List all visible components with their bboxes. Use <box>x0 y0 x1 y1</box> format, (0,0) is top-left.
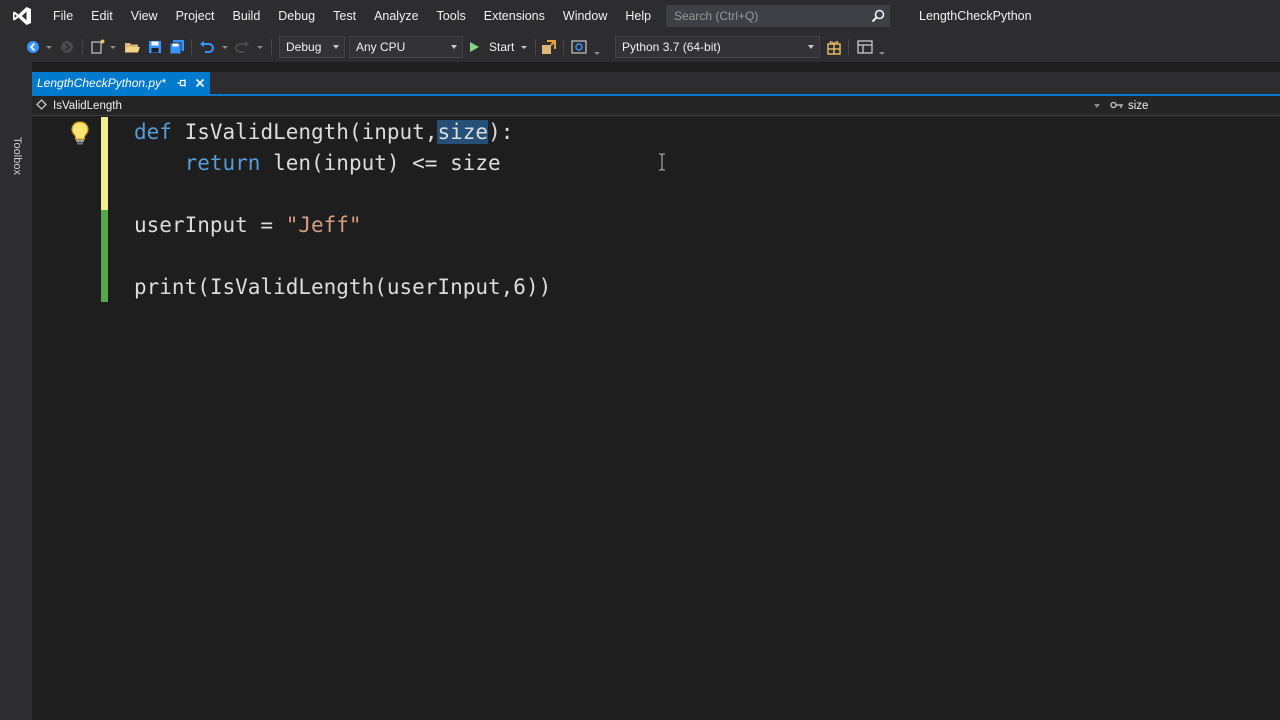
toolbar-overflow-dropdown[interactable] <box>877 42 887 64</box>
redo-dropdown[interactable] <box>255 36 265 58</box>
solution-platform-select[interactable]: Any CPU <box>349 36 463 58</box>
save-all-button[interactable] <box>168 36 186 58</box>
start-debugging-button[interactable]: Start <box>468 36 532 58</box>
chevron-down-icon <box>594 51 600 55</box>
menu-test[interactable]: Test <box>324 0 365 32</box>
new-project-dropdown[interactable] <box>108 36 118 58</box>
document-well: LengthCheckPython.py* IsValidLength size <box>32 62 1280 720</box>
open-file-button[interactable] <box>122 36 142 58</box>
navigate-forward-button[interactable] <box>58 36 76 58</box>
nav-symbol-dropdown[interactable]: size <box>1110 97 1148 115</box>
menu-debug[interactable]: Debug <box>269 0 324 32</box>
undo-button[interactable] <box>198 36 216 58</box>
chevron-down-icon <box>451 45 457 49</box>
nav-member-dropdown[interactable]: IsValidLength <box>36 97 122 115</box>
number-literal: 6 <box>513 275 526 299</box>
chevron-down-icon <box>46 45 52 49</box>
visual-studio-logo <box>0 0 44 32</box>
play-icon <box>470 42 479 52</box>
lightbulb-icon[interactable] <box>68 119 92 147</box>
menu-analyze[interactable]: Analyze <box>365 0 427 32</box>
python-environment-select[interactable]: Python 3.7 (64-bit) <box>615 36 820 58</box>
toolbar-separator <box>535 39 536 55</box>
toolbar-separator <box>271 39 272 55</box>
nav-symbol-label: size <box>1128 100 1149 112</box>
method-icon <box>36 99 47 113</box>
menu-tools[interactable]: Tools <box>428 0 475 32</box>
nav-member-label: IsValidLength <box>53 100 122 112</box>
standard-toolbar: Debug Any CPU Start Python 3.7 (64-bit) <box>0 32 1280 62</box>
keyword-def: def <box>134 120 172 144</box>
menu-bar: File Edit View Project Build Debug Test … <box>0 0 1280 32</box>
configuration-value: Debug <box>286 40 322 54</box>
code-editor[interactable]: def IsValidLength(input,size): return le… <box>32 117 1280 720</box>
menu-edit[interactable]: Edit <box>82 0 122 32</box>
code-line-1: def IsValidLength(input,size): <box>134 120 514 144</box>
python-environment-value: Python 3.7 (64-bit) <box>622 40 721 54</box>
undo-dropdown[interactable] <box>220 36 230 58</box>
toolbar-separator <box>563 39 564 55</box>
chevron-down-icon <box>879 51 885 55</box>
key-icon <box>1110 100 1124 112</box>
left-tool-strip: Toolbox <box>0 62 32 720</box>
navigate-back-dropdown[interactable] <box>44 36 54 58</box>
platform-value: Any CPU <box>356 40 406 54</box>
menu-project[interactable]: Project <box>167 0 224 32</box>
toolbar-separator <box>191 39 192 55</box>
code-line-4: userInput = "Jeff" <box>134 213 362 237</box>
string-literal: "Jeff" <box>285 213 362 237</box>
chevron-down-icon[interactable] <box>1094 104 1100 108</box>
document-tab-label: LengthCheckPython.py* <box>37 76 166 90</box>
chevron-down-icon <box>110 45 116 49</box>
search-icon[interactable] <box>867 6 889 26</box>
saved-change-bar <box>101 210 108 302</box>
chevron-down-icon <box>333 45 339 49</box>
menu-window[interactable]: Window <box>554 0 616 32</box>
navigate-back-button[interactable] <box>24 36 42 58</box>
menu-view[interactable]: View <box>122 0 167 32</box>
code-line-2: return len(input) <= size <box>184 151 501 175</box>
toolbar-separator <box>848 39 849 55</box>
keyword-return: return <box>184 151 261 175</box>
menu-file[interactable]: File <box>44 0 82 32</box>
python-packages-button[interactable] <box>825 36 843 58</box>
redo-button[interactable] <box>233 36 251 58</box>
unsaved-change-bar <box>101 117 108 210</box>
pin-icon[interactable] <box>175 76 189 90</box>
function-name: IsValidLength <box>184 120 349 144</box>
menu-build[interactable]: Build <box>223 0 269 32</box>
chevron-down-icon <box>521 45 528 49</box>
browser-link-button[interactable] <box>569 36 589 58</box>
toolbox-tab[interactable]: Toolbox <box>9 134 23 180</box>
browser-link-dropdown[interactable] <box>592 42 602 64</box>
solution-title: LengthCheckPython <box>919 9 1032 23</box>
text-cursor-icon <box>658 153 666 171</box>
start-label: Start <box>489 40 515 54</box>
menu-extensions[interactable]: Extensions <box>475 0 554 32</box>
document-tab-lengthcheckpython[interactable]: LengthCheckPython.py* <box>32 72 210 94</box>
solution-configuration-select[interactable]: Debug <box>279 36 345 58</box>
window-layout-button[interactable] <box>855 36 875 58</box>
save-button[interactable] <box>146 36 164 58</box>
close-icon[interactable] <box>192 75 208 91</box>
code-line-6: print(IsValidLength(userInput,6)) <box>134 275 552 299</box>
hot-reload-button[interactable] <box>540 36 558 58</box>
glyph-margin <box>32 117 64 720</box>
highlighted-param-size: size <box>437 120 489 144</box>
chevron-down-icon <box>808 45 814 49</box>
toolbox-label: Toolbox <box>11 137 23 175</box>
new-project-button[interactable] <box>89 36 107 58</box>
chevron-down-icon <box>222 45 228 49</box>
menu-help[interactable]: Help <box>616 0 660 32</box>
search-input[interactable]: Search (Ctrl+Q) <box>666 5 890 27</box>
navigation-bar: IsValidLength size <box>32 96 1280 116</box>
document-tab-row: LengthCheckPython.py* <box>32 72 1280 94</box>
toolbar-separator <box>82 39 83 55</box>
search-placeholder: Search (Ctrl+Q) <box>674 9 759 23</box>
chevron-down-icon <box>257 45 263 49</box>
